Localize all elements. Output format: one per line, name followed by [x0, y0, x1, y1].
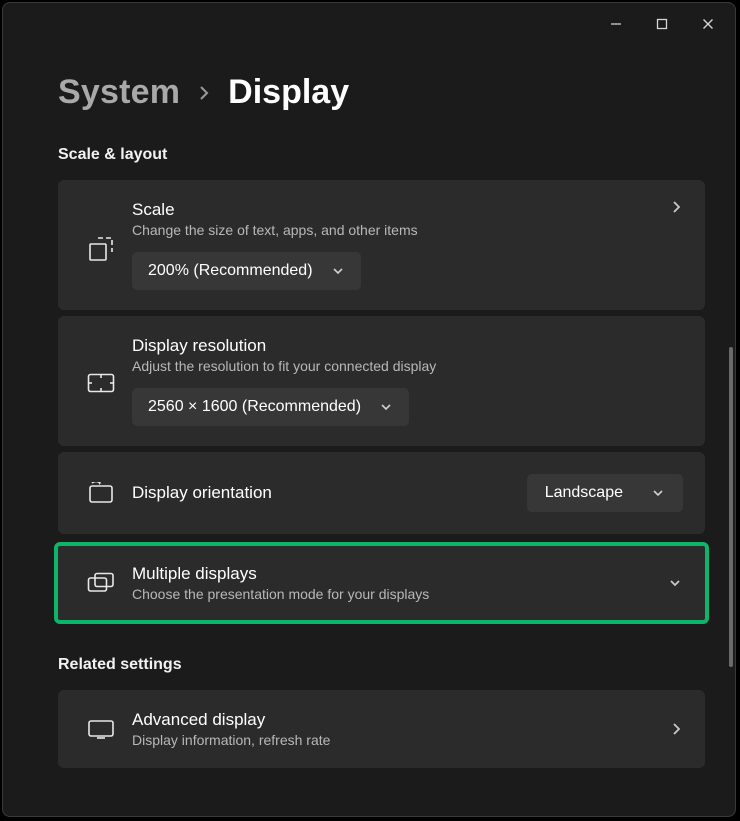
advanced-display-title: Advanced display — [132, 710, 657, 730]
page-content: System Display Scale & layout Scale Chan — [3, 73, 735, 768]
monitor-icon — [80, 719, 122, 739]
close-button[interactable] — [685, 8, 731, 40]
chevron-right-icon — [669, 200, 683, 214]
scale-title: Scale — [132, 200, 657, 220]
settings-window: System Display Scale & layout Scale Chan — [2, 2, 736, 817]
chevron-down-icon — [379, 400, 393, 414]
orientation-icon — [80, 482, 122, 504]
chevron-down-icon — [667, 575, 683, 591]
multiple-displays-icon — [80, 572, 122, 594]
orientation-value: Landscape — [545, 484, 623, 502]
resolution-subtitle: Adjust the resolution to fit your connec… — [132, 358, 683, 374]
orientation-title: Display orientation — [132, 483, 515, 503]
resolution-value: 2560 × 1600 (Recommended) — [148, 398, 361, 416]
scrollbar-thumb[interactable] — [729, 347, 733, 667]
multiple-displays-title: Multiple displays — [132, 564, 667, 584]
minimize-button[interactable] — [593, 8, 639, 40]
orientation-dropdown[interactable]: Landscape — [527, 474, 683, 512]
scale-value: 200% (Recommended) — [148, 262, 313, 280]
setting-row-resolution[interactable]: Display resolution Adjust the resolution… — [58, 316, 705, 446]
resolution-title: Display resolution — [132, 336, 683, 356]
advanced-display-subtitle: Display information, refresh rate — [132, 732, 657, 748]
scale-dropdown[interactable]: 200% (Recommended) — [132, 252, 361, 290]
window-titlebar — [3, 3, 735, 45]
breadcrumb-current: Display — [228, 73, 349, 112]
chevron-right-icon — [669, 722, 683, 736]
maximize-button[interactable] — [639, 8, 685, 40]
setting-row-advanced-display[interactable]: Advanced display Display information, re… — [58, 690, 705, 768]
section-heading-scale-layout: Scale & layout — [58, 146, 705, 164]
multiple-displays-subtitle: Choose the presentation mode for your di… — [132, 586, 667, 602]
resolution-icon — [80, 372, 122, 394]
scale-subtitle: Change the size of text, apps, and other… — [132, 222, 657, 238]
resolution-dropdown[interactable]: 2560 × 1600 (Recommended) — [132, 388, 409, 426]
chevron-right-icon — [198, 83, 210, 103]
breadcrumb: System Display — [58, 73, 705, 112]
section-heading-related: Related settings — [58, 656, 705, 674]
chevron-down-icon — [331, 264, 345, 278]
scale-icon — [80, 236, 122, 262]
setting-row-orientation[interactable]: Display orientation Landscape — [58, 452, 705, 534]
breadcrumb-parent[interactable]: System — [58, 73, 180, 112]
setting-row-multiple-displays[interactable]: Multiple displays Choose the presentatio… — [54, 542, 709, 624]
chevron-down-icon — [651, 486, 665, 500]
setting-row-scale[interactable]: Scale Change the size of text, apps, and… — [58, 180, 705, 310]
